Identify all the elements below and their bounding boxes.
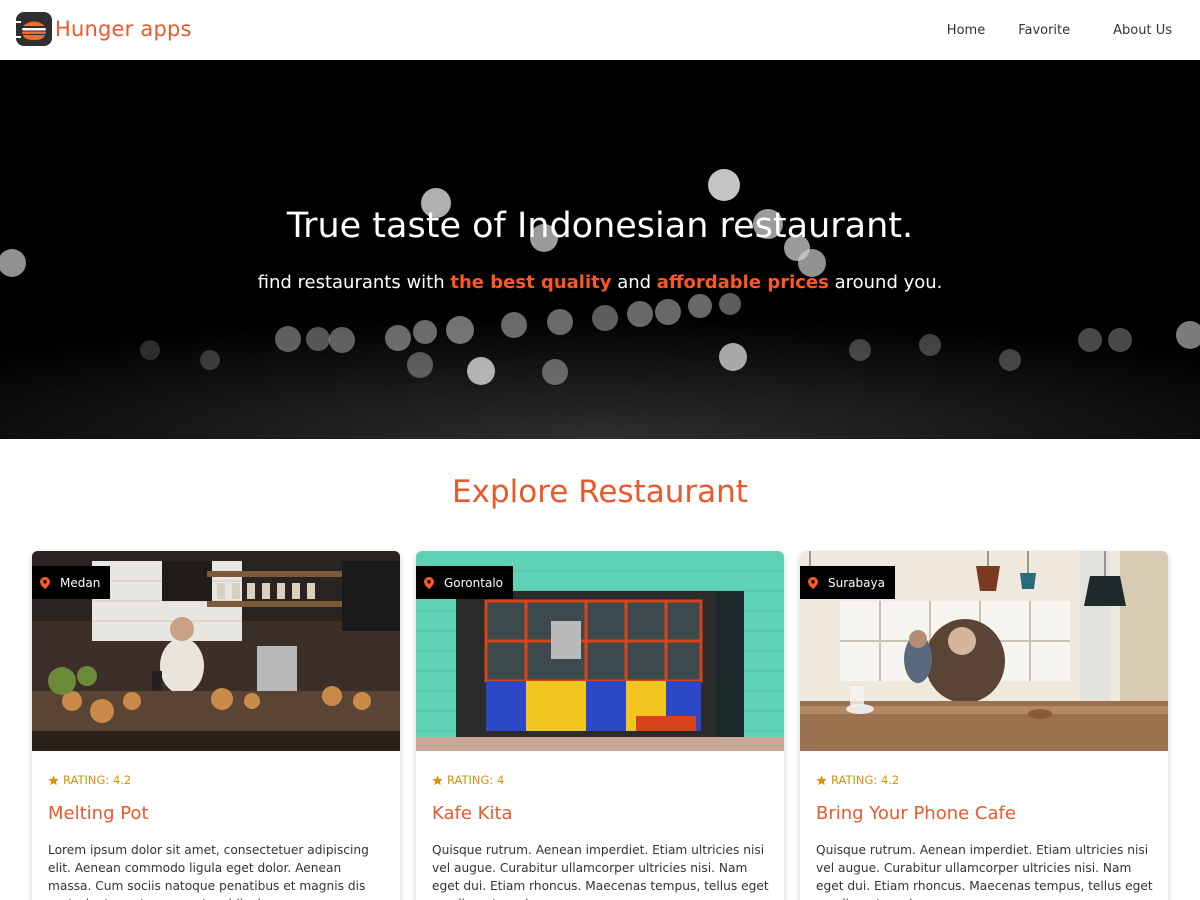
hero-highlight-prices: affordable prices <box>656 272 829 293</box>
restaurant-card[interactable]: Surabaya RATING: 4.2 Bring Your Phone Ca… <box>800 551 1168 900</box>
main-nav: Home Favorite About Us <box>947 0 1200 60</box>
restaurant-card[interactable]: Medan RATING: 4.2 Melting Pot Lorem ipsu… <box>32 551 400 900</box>
top-navbar: Hunger apps Home Favorite About Us <box>0 0 1200 60</box>
rating-label: RATING: 4 <box>447 773 505 787</box>
explore-section-title: Explore Restaurant <box>452 474 748 510</box>
rating: RATING: 4 <box>432 773 504 787</box>
brand-name: Hunger apps <box>55 17 192 41</box>
hero-subtitle-text: find restaurants with <box>257 272 451 293</box>
nav-home[interactable]: Home <box>947 23 985 38</box>
restaurant-name[interactable]: Melting Pot <box>48 803 149 824</box>
rating: RATING: 4.2 <box>48 773 131 787</box>
nav-about-us[interactable]: About Us <box>1113 23 1172 38</box>
brand-link[interactable]: Hunger apps <box>16 12 192 46</box>
hero-subtitle-text: and <box>611 272 657 293</box>
hero-title: True taste of Indonesian restaurant. <box>286 206 914 246</box>
hero-subtitle-text: around you. <box>828 272 943 293</box>
city-badge: Medan <box>32 566 111 599</box>
restaurant-description: Quisque rutrum. Aenean imperdiet. Etiam … <box>432 843 769 900</box>
star-icon <box>816 774 827 785</box>
city-name: Surabaya <box>828 575 885 590</box>
restaurant-description: Lorem ipsum dolor sit amet, consectetuer… <box>48 843 369 900</box>
map-pin-icon <box>808 576 818 589</box>
city-name: Gorontalo <box>444 575 503 590</box>
map-pin-icon <box>40 576 50 589</box>
city-name: Medan <box>60 575 101 590</box>
burger-logo-icon <box>16 12 52 46</box>
restaurant-card[interactable]: Gorontalo RATING: 4 Kafe Kita Quisque ru… <box>416 551 784 900</box>
hero-highlight-quality: the best quality <box>450 272 612 293</box>
rating-label: RATING: 4.2 <box>831 773 900 787</box>
city-badge: Surabaya <box>800 566 895 599</box>
restaurant-description: Quisque rutrum. Aenean imperdiet. Etiam … <box>816 843 1153 900</box>
rating: RATING: 4.2 <box>816 773 899 787</box>
hero-subtitle: find restaurants with the best quality a… <box>0 272 1200 293</box>
city-badge: Gorontalo <box>416 566 513 599</box>
nav-favorite[interactable]: Favorite <box>1018 23 1070 38</box>
star-icon <box>48 774 59 785</box>
restaurant-name[interactable]: Bring Your Phone Cafe <box>816 803 1016 824</box>
hero-banner: True taste of Indonesian restaurant. fin… <box>0 60 1200 439</box>
map-pin-icon <box>424 576 434 589</box>
rating-label: RATING: 4.2 <box>63 773 132 787</box>
restaurant-name[interactable]: Kafe Kita <box>432 803 513 824</box>
star-icon <box>432 774 443 785</box>
hero-bokeh-background <box>0 169 1200 439</box>
